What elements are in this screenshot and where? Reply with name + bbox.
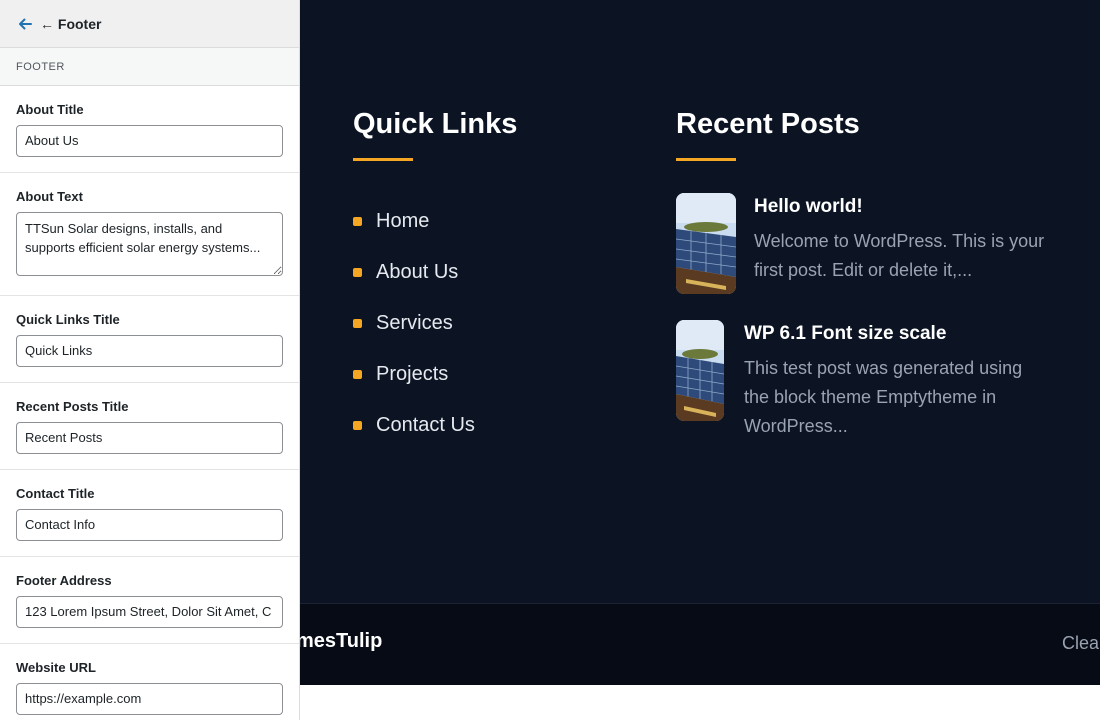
quick-links-list: Home About Us Services Projects Contact … — [353, 196, 475, 451]
website-url-input[interactable]: https://example.com — [16, 683, 283, 715]
about-text-textarea[interactable]: TTSun Solar designs, installs, and suppo… — [16, 212, 283, 276]
quick-links-heading: Quick Links — [353, 108, 518, 140]
field-website-url: Website URL https://example.com — [0, 644, 299, 720]
post-title[interactable]: Hello world! — [754, 196, 1084, 218]
post-excerpt: This test post was generated using the b… — [744, 358, 1023, 436]
footer-brand[interactable]: mesTulip — [300, 630, 382, 653]
customizer-sidebar: ← Footer FOOTER About Title About Us Abo… — [0, 0, 300, 720]
bullet-icon — [353, 370, 362, 379]
solar-panel-image-icon — [676, 320, 724, 421]
field-quick-links-title: Quick Links Title Quick Links — [0, 296, 299, 383]
recent-posts-title-input[interactable]: Recent Posts — [16, 422, 283, 454]
field-label: Contact Title — [16, 486, 95, 501]
footer-bottom-bar — [300, 603, 1100, 685]
site-preview: Quick Links Home About Us Services Proje… — [300, 0, 1100, 720]
field-footer-address: Footer Address 123 Lorem Ipsum Street, D… — [0, 557, 299, 644]
post-thumbnail[interactable] — [676, 320, 724, 421]
post-thumbnail[interactable] — [676, 193, 736, 294]
field-about-text: About Text TTSun Solar designs, installs… — [0, 173, 299, 296]
field-label: Quick Links Title — [16, 312, 120, 327]
heading-underline — [676, 158, 736, 161]
quick-links-title-input[interactable]: Quick Links — [16, 335, 283, 367]
post-body: Hello world! Welcome to WordPress. This … — [754, 196, 1084, 285]
quick-link-about-us[interactable]: About Us — [353, 247, 475, 298]
back-button[interactable] — [16, 15, 34, 33]
sidebar-header: ← Footer — [0, 0, 299, 48]
bullet-icon — [353, 421, 362, 430]
field-label: About Text — [16, 189, 83, 204]
field-label: Recent Posts Title — [16, 399, 129, 414]
solar-panel-image-icon — [676, 193, 736, 294]
post-excerpt: Welcome to WordPress. This is your first… — [754, 231, 1045, 280]
bullet-icon — [353, 319, 362, 328]
bullet-icon — [353, 268, 362, 277]
about-title-input[interactable]: About Us — [16, 125, 283, 157]
quick-link-home[interactable]: Home — [353, 196, 475, 247]
post-title[interactable]: WP 6.1 Font size scale — [744, 323, 1084, 345]
section-label: FOOTER — [0, 48, 299, 86]
quick-link-contact-us[interactable]: Contact Us — [353, 400, 475, 451]
footer-bottom-right-text: Clea — [1062, 633, 1100, 653]
footer-address-input[interactable]: 123 Lorem Ipsum Street, Dolor Sit Amet, … — [16, 596, 283, 628]
arrow-left-icon — [19, 18, 32, 29]
footer-main: Quick Links Home About Us Services Proje… — [300, 0, 1100, 603]
recent-posts-heading: Recent Posts — [676, 108, 860, 140]
heading-underline — [353, 158, 413, 161]
field-label: About Title — [16, 102, 84, 117]
field-contact-title: Contact Title Contact Info — [0, 470, 299, 557]
field-about-title: About Title About Us — [0, 86, 299, 173]
field-recent-posts-title: Recent Posts Title Recent Posts — [0, 383, 299, 470]
contact-title-input[interactable]: Contact Info — [16, 509, 283, 541]
post-body: WP 6.1 Font size scale This test post wa… — [744, 323, 1084, 441]
field-label: Website URL — [16, 660, 96, 675]
panel-title: ← Footer — [40, 15, 102, 32]
field-label: Footer Address — [16, 573, 112, 588]
quick-link-services[interactable]: Services — [353, 298, 475, 349]
quick-link-projects[interactable]: Projects — [353, 349, 475, 400]
bullet-icon — [353, 217, 362, 226]
